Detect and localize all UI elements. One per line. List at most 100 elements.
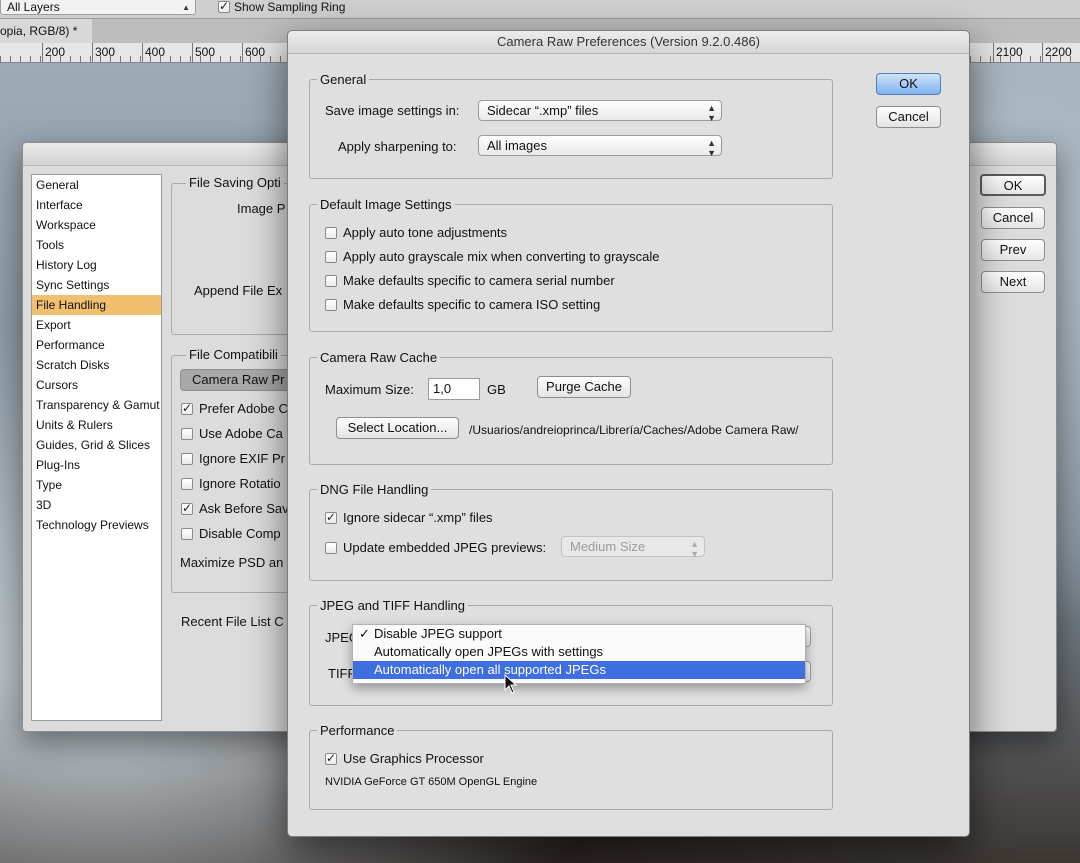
menu-item-disable-jpeg[interactable]: ✓ Disable JPEG support [353,625,805,643]
auto-grayscale-checkbox[interactable]: Apply auto grayscale mix when converting… [325,249,660,264]
iso-defaults-checkbox[interactable]: Make defaults specific to camera ISO set… [325,297,600,312]
mouse-pointer-icon [504,674,518,694]
sidebar-item[interactable]: Plug-Ins [32,455,161,475]
checkbox-icon [181,527,193,540]
jpeg-tiff-handling-title: JPEG and TIFF Handling [317,598,468,613]
show-sampling-ring-checkbox[interactable]: Show Sampling Ring [218,0,345,14]
use-adobe-camera-raw-checkbox[interactable]: Use Adobe Ca [181,426,283,441]
auto-tone-checkbox[interactable]: Apply auto tone adjustments [325,225,507,240]
ok-button[interactable]: OK [876,73,941,95]
sidebar-item[interactable]: Guides, Grid & Slices [32,435,161,455]
camera-raw-preferences-dialog: Camera Raw Preferences (Version 9.2.0.48… [287,30,970,837]
preferences-next-button[interactable]: Next [981,271,1045,293]
checkbox-icon [181,427,193,440]
menu-item-open-all-jpegs[interactable]: Automatically open all supported JPEGs [353,661,805,679]
sidebar-item[interactable]: Units & Rulers [32,415,161,435]
sidebar-item[interactable]: Interface [32,195,161,215]
menu-item-label: Disable JPEG support [374,626,502,641]
checkbox-icon [325,274,337,287]
checkbox-label: Ignore sidecar “.xmp” files [343,510,493,525]
sidebar-item[interactable]: Scratch Disks [32,355,161,375]
checkmark-icon: ✓ [359,626,370,641]
sidebar-item[interactable]: Workspace [32,215,161,235]
ignore-sidecar-checkbox[interactable]: Ignore sidecar “.xmp” files [325,510,493,525]
purge-cache-button[interactable]: Purge Cache [537,376,631,398]
checkbox-label: Ignore EXIF Pr [199,451,285,466]
show-sampling-ring-label: Show Sampling Ring [234,0,346,14]
jpeg-handling-menu: ✓ Disable JPEG support Automatically ope… [352,624,806,684]
use-graphics-processor-checkbox[interactable]: Use Graphics Processor [325,751,484,766]
checkbox-icon [325,226,337,239]
camera-raw-preferences-button[interactable]: Camera Raw Pr [180,369,300,391]
popup-arrows-icon: ▲ ▼ [707,103,716,123]
prefer-adobe-camera-raw-checkbox[interactable]: Prefer Adobe C [181,401,288,416]
menu-item-label: Automatically open JPEGs with settings [374,644,604,659]
checkbox-label: Make defaults specific to camera serial … [343,273,615,288]
serial-number-defaults-checkbox[interactable]: Make defaults specific to camera serial … [325,273,615,288]
sample-layers-select[interactable]: All Layers ▲▼ [0,0,196,29]
sharpening-label: Apply sharpening to: [338,139,457,154]
checkbox-label: Apply auto tone adjustments [343,225,508,240]
checkbox-label: Use Graphics Processor [343,751,484,766]
checkbox-label: Make defaults specific to camera ISO set… [343,297,601,312]
sidebar-item[interactable]: Transparency & Gamut [32,395,161,415]
preview-size-popup[interactable]: Medium Size ▲ ▼ [561,536,705,559]
checkbox-label: Use Adobe Ca [199,426,283,441]
checkbox-label: Ignore Rotatio [199,476,281,491]
sidebar-item[interactable]: Performance [32,335,161,355]
ask-before-saving-checkbox[interactable]: Ask Before Sav [181,501,289,516]
sidebar-item[interactable]: Type [32,475,161,495]
sharpening-value: All images [487,138,547,153]
maximum-size-input[interactable]: 1,0 [428,378,480,400]
sample-layers-value: All Layers [7,0,60,14]
preferences-sidebar: General Interface Workspace Tools Histor… [31,174,162,721]
sharpening-popup[interactable]: All images ▲ ▼ [478,135,722,158]
select-location-button[interactable]: Select Location... [336,417,459,439]
default-image-settings-title: Default Image Settings [317,197,455,212]
gpu-name: NVIDIA GeForce GT 650M OpenGL Engine [325,776,538,788]
sidebar-item[interactable]: Technology Previews [32,515,161,535]
checkbox-icon [325,751,337,765]
cancel-button[interactable]: Cancel [876,106,941,128]
sidebar-item[interactable]: Sync Settings [32,275,161,295]
menu-item-open-jpegs-with-settings[interactable]: Automatically open JPEGs with settings [353,643,805,661]
sidebar-item[interactable]: Export [32,315,161,335]
document-tab[interactable]: opia, RGB/8) * [0,19,93,43]
sidebar-item[interactable]: Cursors [32,375,161,395]
save-settings-popup[interactable]: Sidecar “.xmp” files ▲ ▼ [478,100,722,123]
sidebar-item[interactable]: 3D [32,495,161,515]
checkbox-label: Ask Before Sav [199,501,289,516]
preferences-cancel-button[interactable]: Cancel [981,207,1045,229]
ruler-tick: 2100 [993,43,1023,62]
sidebar-item-file-handling[interactable]: File Handling [32,295,161,315]
sidebar-item[interactable]: History Log [32,255,161,275]
camera-raw-cache-title: Camera Raw Cache [317,350,441,365]
sidebar-item[interactable]: General [32,175,161,195]
checkbox-icon [325,298,337,311]
checkbox-icon [181,401,193,415]
preferences-prev-button[interactable]: Prev [981,239,1045,261]
file-compatibility-title: File Compatibili [186,347,281,362]
sidebar-item[interactable]: Tools [32,235,161,255]
checkbox-icon [181,452,193,465]
preferences-ok-button[interactable]: OK [980,174,1046,196]
ignore-exif-checkbox[interactable]: Ignore EXIF Pr [181,451,285,466]
file-saving-title: File Saving Opti [186,175,284,190]
ruler-tick: 2200 [1042,43,1072,62]
maximum-size-label: Maximum Size: [325,382,414,397]
checkbox-label: Apply auto grayscale mix when converting… [343,249,660,264]
default-image-settings-group [309,204,833,332]
document-tab-label: opia, RGB/8) * [0,24,78,38]
ignore-rotation-checkbox[interactable]: Ignore Rotatio [181,476,281,491]
preview-size-value: Medium Size [570,539,646,554]
dng-file-handling-title: DNG File Handling [317,482,432,497]
checkbox-icon [181,477,193,490]
size-unit-label: GB [487,382,506,397]
performance-group [309,730,833,810]
checkbox-icon [218,0,230,13]
ruler-tick: 400 [141,43,166,62]
disable-compression-checkbox[interactable]: Disable Comp [181,526,281,541]
dialog-title[interactable]: Camera Raw Preferences (Version 9.2.0.48… [288,31,969,54]
checkbox-label: Disable Comp [199,526,281,541]
update-jpeg-previews-checkbox[interactable]: Update embedded JPEG previews: [325,540,546,555]
